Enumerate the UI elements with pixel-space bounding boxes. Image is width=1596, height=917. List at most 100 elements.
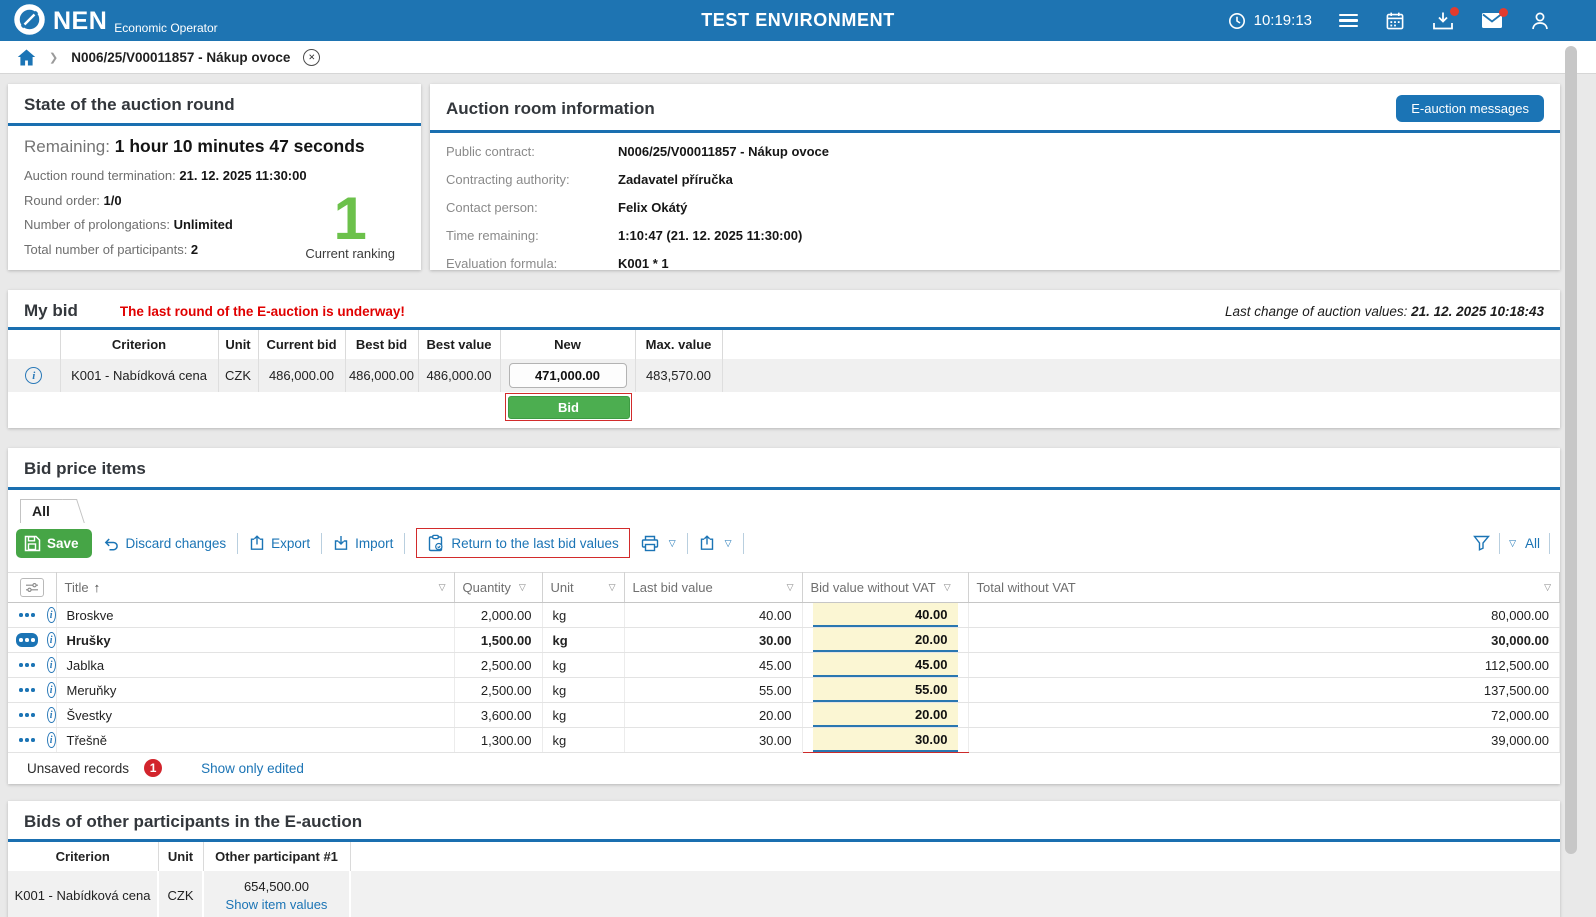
view-all-dropdown[interactable]: All: [1525, 536, 1540, 551]
auction-termination: Auction round termination: 21. 12. 2025 …: [24, 168, 405, 183]
filter-dropdown-icon[interactable]: ▽: [944, 582, 951, 593]
brand-name: NEN: [53, 3, 107, 39]
inbox-download-icon[interactable]: [1432, 11, 1454, 31]
last-bid-cell: 45.00: [624, 653, 802, 678]
bid-value-input[interactable]: [813, 628, 958, 652]
remaining-time: Remaining: 1 hour 10 minutes 47 seconds: [24, 136, 405, 157]
col-bid-value-without-vat[interactable]: Bid value without VAT▽: [802, 573, 968, 603]
dropdown-arrow-icon[interactable]: ▽: [725, 538, 732, 549]
last-bid-cell: 55.00: [624, 678, 802, 703]
breadcrumb-item[interactable]: N006/25/V00011857 - Nákup ovoce: [71, 50, 290, 65]
brand[interactable]: NEN Economic Operator: [13, 3, 218, 39]
filter-dropdown-icon[interactable]: ▽: [439, 582, 446, 593]
vertical-scrollbar[interactable]: [1565, 46, 1577, 854]
row-menu-icon[interactable]: [16, 683, 38, 697]
last-bid-cell: 30.00: [624, 728, 802, 753]
sort-ascending-icon: ↑: [94, 580, 101, 595]
info-icon[interactable]: i: [47, 732, 56, 748]
title-cell: Jablka: [56, 653, 454, 678]
close-tab-icon[interactable]: ✕: [303, 49, 320, 66]
menu-icon[interactable]: [1339, 11, 1358, 31]
total-cell: 80,000.00: [968, 603, 1560, 628]
ranking-label: Current ranking: [305, 246, 395, 261]
accent-divider: [8, 487, 1560, 490]
chevron-right-icon: ❯: [49, 51, 58, 64]
row-settings-header[interactable]: [8, 573, 56, 603]
max-value-cell: 483,570.00: [635, 359, 722, 392]
title-cell: Třešně: [56, 728, 454, 753]
new-bid-input[interactable]: [509, 363, 627, 388]
last-round-warning: The last round of the E-auction is under…: [120, 304, 405, 319]
col-last-bid-value[interactable]: Last bid value▽: [624, 573, 802, 603]
panel-title: State of the auction round: [24, 95, 235, 115]
calendar-icon[interactable]: [1385, 11, 1405, 31]
export-button[interactable]: Export: [249, 535, 310, 551]
import-icon: [333, 535, 349, 551]
col-quantity[interactable]: Quantity▽: [454, 573, 542, 603]
bid-value-input[interactable]: [813, 603, 958, 627]
col-unit: Unit: [158, 842, 203, 871]
last-bid-cell: 30.00: [624, 628, 802, 653]
filter-dropdown-icon[interactable]: ▽: [609, 582, 616, 593]
server-time: 10:19:13: [1228, 12, 1312, 30]
undo-icon: [103, 536, 120, 551]
info-icon[interactable]: i: [47, 682, 56, 698]
tab-all[interactable]: All: [20, 499, 68, 523]
row-menu-icon[interactable]: [16, 733, 38, 747]
return-to-last-bid-values-button[interactable]: Return to the last bid values: [427, 534, 618, 552]
bid-value-input[interactable]: [813, 653, 958, 677]
separator: [237, 533, 238, 554]
empty-header: [8, 330, 60, 359]
share-button[interactable]: ▽: [699, 535, 732, 551]
export-icon: [249, 535, 265, 551]
col-title[interactable]: Title↑▽: [56, 573, 454, 603]
filter-icon[interactable]: [1473, 535, 1490, 551]
view-dropdown-arrow-icon[interactable]: ▽: [1509, 538, 1516, 549]
show-only-edited-link[interactable]: Show only edited: [201, 761, 304, 776]
total-cell: 39,000.00: [968, 728, 1560, 753]
panel-title: My bid: [24, 301, 78, 321]
row-menu-icon[interactable]: [16, 658, 38, 672]
info-icon[interactable]: i: [47, 657, 56, 673]
other-participants-table: Criterion Unit Other participant #1 K001…: [8, 842, 1560, 917]
bid-value-input[interactable]: [813, 703, 958, 727]
sliders-icon[interactable]: [20, 578, 44, 597]
total-cell: 112,500.00: [968, 653, 1560, 678]
table-row: i Meruňky 2,500.00 kg 55.00 137,500.00: [8, 678, 1560, 703]
filter-dropdown-icon[interactable]: ▽: [1544, 582, 1551, 593]
table-row: i Broskve 2,000.00 kg 40.00 80,000.00: [8, 603, 1560, 628]
nen-logo-icon: [13, 3, 46, 36]
breadcrumb: ❯ N006/25/V00011857 - Nákup ovoce ✕: [0, 41, 1596, 74]
filter-dropdown-icon[interactable]: ▽: [787, 582, 794, 593]
ranking-value: 1: [305, 193, 395, 244]
home-icon[interactable]: [17, 49, 36, 66]
separator: [743, 533, 744, 554]
save-button[interactable]: Save: [16, 529, 92, 558]
user-icon[interactable]: [1530, 11, 1550, 31]
bid-value-input[interactable]: [813, 728, 958, 752]
bid-button[interactable]: Bid: [508, 396, 630, 419]
unit-cell: kg: [542, 728, 624, 753]
unit-cell: CZK: [218, 359, 258, 392]
discard-changes-button[interactable]: Discard changes: [103, 536, 227, 551]
title-cell: Švestky: [56, 703, 454, 728]
print-button[interactable]: ▽: [641, 535, 676, 552]
dropdown-arrow-icon[interactable]: ▽: [669, 538, 676, 549]
info-icon[interactable]: i: [47, 632, 56, 648]
row-menu-icon[interactable]: [16, 633, 38, 647]
current-bid-cell: 486,000.00: [258, 359, 345, 392]
col-total-without-vat[interactable]: Total without VAT▽: [968, 573, 1560, 603]
show-item-values-link[interactable]: Show item values: [204, 897, 349, 912]
bid-value-input[interactable]: [813, 678, 958, 702]
info-icon[interactable]: i: [47, 707, 56, 723]
filter-dropdown-icon[interactable]: ▽: [519, 582, 526, 593]
import-button[interactable]: Import: [333, 535, 393, 551]
mail-icon[interactable]: [1481, 12, 1503, 29]
info-icon[interactable]: i: [47, 607, 56, 623]
row-menu-icon[interactable]: [16, 708, 38, 722]
public-contract-row: Public contract:N006/25/V00011857 - Náku…: [446, 144, 1544, 159]
e-auction-messages-button[interactable]: E-auction messages: [1396, 95, 1544, 122]
row-menu-icon[interactable]: [16, 608, 38, 622]
info-icon[interactable]: i: [25, 367, 42, 384]
col-unit[interactable]: Unit▽: [542, 573, 624, 603]
